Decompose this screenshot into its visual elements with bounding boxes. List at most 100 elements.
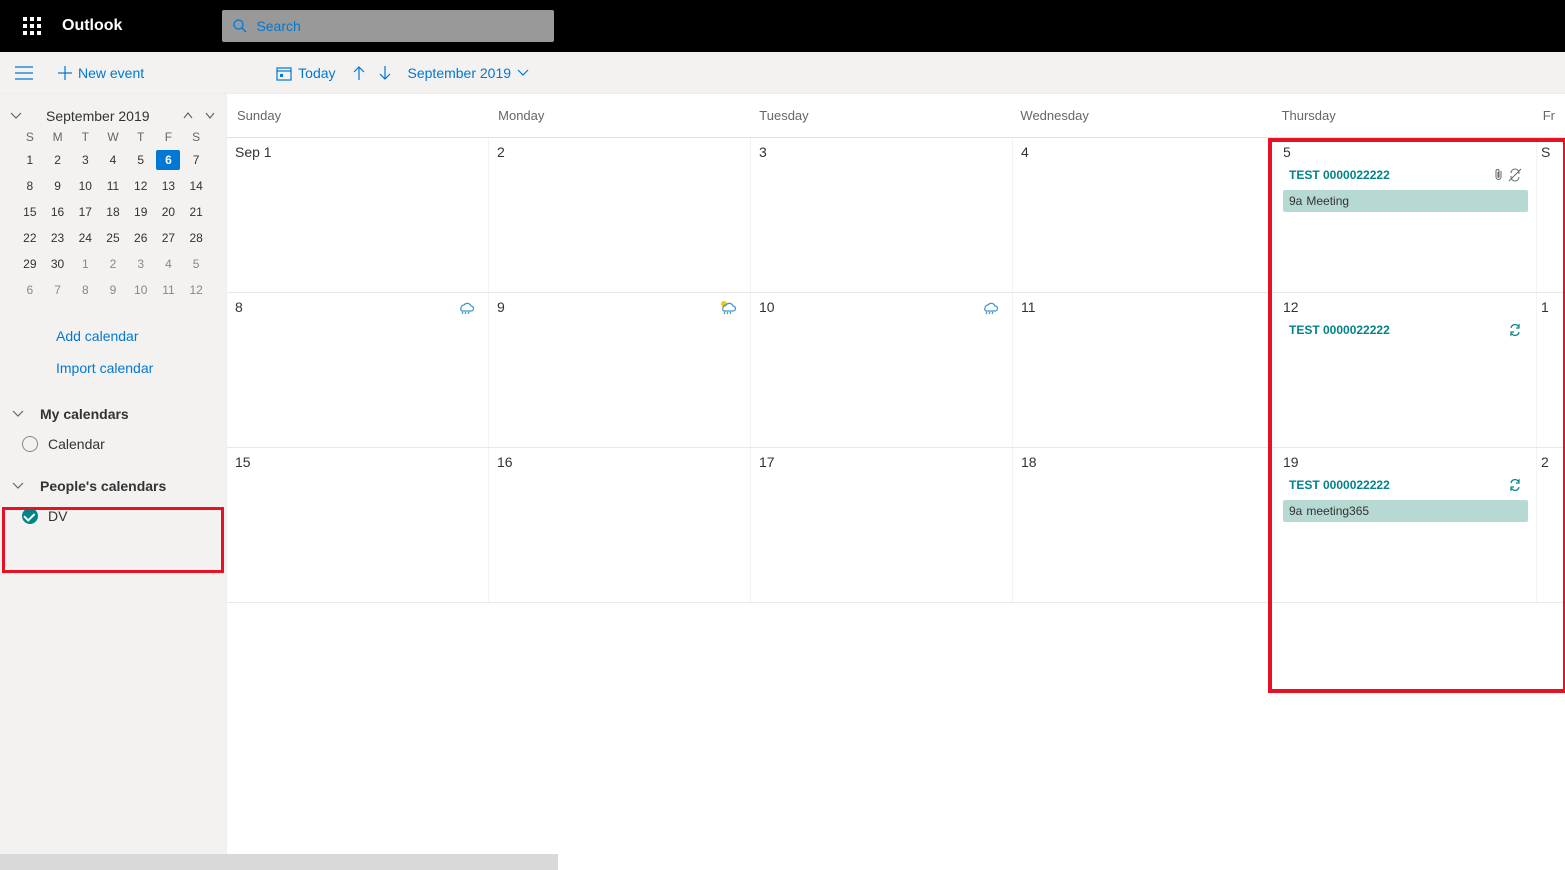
date-label: 10 [759, 299, 1004, 315]
calendar-cell[interactable]: 17 [751, 448, 1013, 602]
event-icons [1508, 478, 1522, 492]
calendar-cell[interactable]: 9 [489, 293, 751, 447]
mini-cal-day[interactable]: 27 [156, 228, 180, 248]
calendar-cell[interactable]: 15 [227, 448, 489, 602]
mini-cal-next-button[interactable] [204, 110, 216, 122]
mini-cal-day[interactable]: 1 [73, 254, 97, 274]
event-test[interactable]: TEST 0000022222 [1283, 474, 1528, 496]
mini-cal-day[interactable]: 28 [184, 228, 208, 248]
calendar-cell[interactable]: 18 [1013, 448, 1275, 602]
mini-cal-day[interactable]: 25 [101, 228, 125, 248]
mini-cal-day[interactable]: 23 [46, 228, 70, 248]
calendar-cell[interactable]: 12 TEST 0000022222 [1275, 293, 1537, 447]
month-picker-button[interactable]: September 2019 [398, 52, 540, 94]
calendar-cell[interactable]: S [1537, 138, 1565, 292]
date-label: Sep 1 [235, 144, 480, 160]
calendar-cell[interactable]: 5 TEST 0000022222 9aMeeting [1275, 138, 1537, 292]
event-title: meeting365 [1306, 504, 1369, 518]
calendar-grid: Sep 12345TEST 00000222229aMeetingS891011… [227, 138, 1565, 870]
calendar-toggle-icon[interactable] [22, 508, 38, 524]
date-label: 12 [1283, 299, 1528, 315]
peoples-calendars-group-header[interactable]: People's calendars [0, 468, 226, 502]
mini-cal-day[interactable]: 6 [156, 150, 180, 170]
calendar-cell[interactable]: 10 [751, 293, 1013, 447]
mini-cal-day[interactable]: 18 [101, 202, 125, 222]
new-event-button[interactable]: New event [48, 52, 154, 94]
mini-cal-day[interactable]: 15 [18, 202, 42, 222]
mini-cal-day[interactable]: 26 [129, 228, 153, 248]
next-period-button[interactable] [372, 52, 398, 94]
app-launcher-button[interactable] [8, 2, 56, 50]
mini-cal-day[interactable]: 10 [73, 176, 97, 196]
mini-cal-day[interactable]: 13 [156, 176, 180, 196]
date-label: 8 [235, 299, 480, 315]
my-calendars-group-header[interactable]: My calendars [0, 396, 226, 430]
date-label: 5 [1283, 144, 1528, 160]
mini-cal-day[interactable]: 11 [156, 280, 180, 300]
mini-cal-day[interactable]: 1 [18, 150, 42, 170]
calendar-cell[interactable]: 2 [489, 138, 751, 292]
mini-cal-day[interactable]: 6 [18, 280, 42, 300]
mini-cal-day[interactable]: 9 [46, 176, 70, 196]
event-icons [1494, 168, 1522, 182]
mini-cal-day[interactable]: 11 [101, 176, 125, 196]
mini-cal-day[interactable]: 5 [184, 254, 208, 274]
mini-cal-day[interactable]: 16 [46, 202, 70, 222]
mini-cal-day[interactable]: 8 [18, 176, 42, 196]
mini-cal-day[interactable]: 12 [129, 176, 153, 196]
mini-cal-day[interactable]: 10 [129, 280, 153, 300]
today-button[interactable]: Today [266, 52, 345, 94]
mini-cal-day[interactable]: 3 [73, 150, 97, 170]
calendar-cell[interactable]: 19TEST 00000222229ameeting365 [1275, 448, 1537, 602]
search-input[interactable] [256, 18, 544, 34]
search-box[interactable] [222, 10, 554, 42]
prev-period-button[interactable] [346, 52, 372, 94]
add-calendar-link[interactable]: Add calendar [0, 318, 226, 350]
event-title: TEST 0000022222 [1289, 478, 1390, 492]
mini-cal-day[interactable]: 24 [73, 228, 97, 248]
mini-cal-day[interactable]: 2 [46, 150, 70, 170]
mini-cal-day[interactable]: 3 [129, 254, 153, 274]
mini-cal-day[interactable]: 7 [46, 280, 70, 300]
mini-cal-prev-button[interactable] [182, 110, 194, 122]
event-meeting[interactable]: 9ameeting365 [1283, 500, 1528, 522]
mini-cal-day[interactable]: 20 [156, 202, 180, 222]
event-test[interactable]: TEST 0000022222 [1283, 319, 1528, 341]
today-label: Today [298, 65, 335, 81]
mini-cal-dow: F [155, 130, 183, 144]
calendar-item-calendar[interactable]: Calendar [0, 430, 226, 458]
mini-cal-day[interactable]: 8 [73, 280, 97, 300]
mini-cal-day[interactable]: 2 [101, 254, 125, 274]
chevron-down-icon[interactable] [10, 112, 22, 120]
mini-cal-day[interactable]: 7 [184, 150, 208, 170]
mini-cal-day[interactable]: 29 [18, 254, 42, 274]
import-calendar-link[interactable]: Import calendar [0, 350, 226, 382]
calendar-cell[interactable]: 16 [489, 448, 751, 602]
mini-cal-day[interactable]: 5 [129, 150, 153, 170]
calendar-cell[interactable]: 3 [751, 138, 1013, 292]
mini-cal-day[interactable]: 14 [184, 176, 208, 196]
mini-cal-day[interactable]: 22 [18, 228, 42, 248]
event-meeting[interactable]: 9aMeeting [1283, 190, 1528, 212]
calendar-cell[interactable]: 1 [1537, 293, 1565, 447]
day-header: Thursday [1272, 94, 1533, 137]
calendar-cell[interactable]: Sep 1 [227, 138, 489, 292]
nav-toggle-button[interactable] [0, 52, 48, 94]
mini-cal-day[interactable]: 19 [129, 202, 153, 222]
calendar-cell[interactable]: 4 [1013, 138, 1275, 292]
mini-cal-day[interactable]: 9 [101, 280, 125, 300]
calendar-toggle-icon[interactable] [22, 436, 38, 452]
mini-cal-day[interactable]: 4 [101, 150, 125, 170]
calendar-item-dv[interactable]: DV [0, 502, 226, 530]
day-header: Sunday [227, 94, 488, 137]
calendar-cell[interactable]: 2 [1537, 448, 1565, 602]
mini-cal-day[interactable]: 4 [156, 254, 180, 274]
calendar-cell[interactable]: 8 [227, 293, 489, 447]
event-test[interactable]: TEST 0000022222 [1283, 164, 1528, 186]
mini-cal-day[interactable]: 12 [184, 280, 208, 300]
attach-icon [1494, 168, 1504, 182]
calendar-cell[interactable]: 11 [1013, 293, 1275, 447]
mini-cal-day[interactable]: 30 [46, 254, 70, 274]
mini-cal-day[interactable]: 21 [184, 202, 208, 222]
mini-cal-day[interactable]: 17 [73, 202, 97, 222]
